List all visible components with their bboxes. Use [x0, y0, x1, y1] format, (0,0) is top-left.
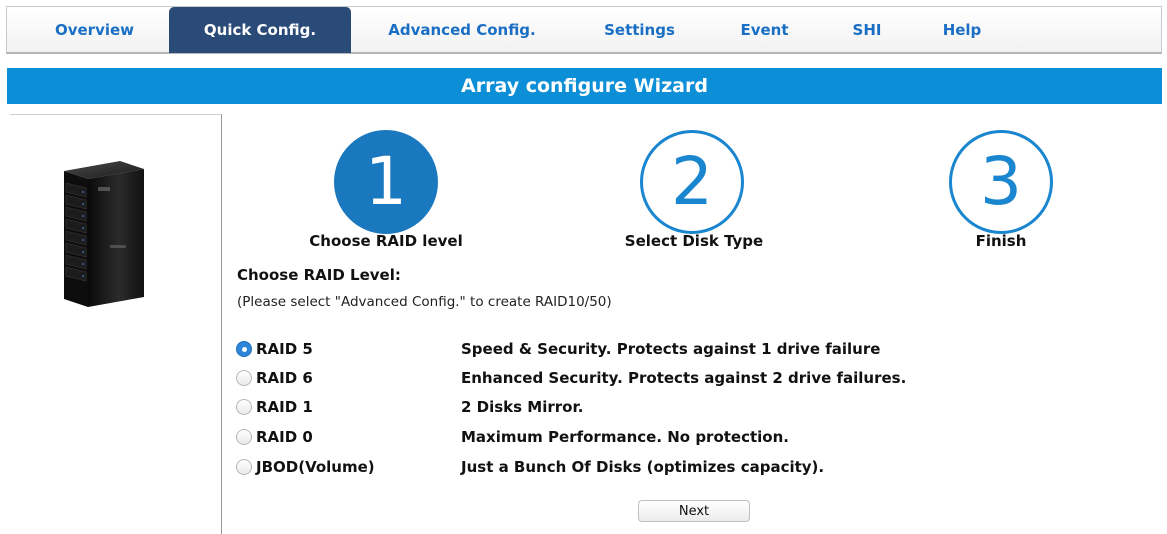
radio-raid1[interactable]: [236, 399, 252, 415]
option-description: 2 Disks Mirror.: [461, 398, 584, 416]
option-name: RAID 1: [256, 398, 313, 416]
wizard-title: Array configure Wizard: [7, 68, 1162, 104]
tab-help[interactable]: Help: [922, 7, 1002, 53]
tab-overview[interactable]: Overview: [17, 7, 172, 53]
step-3-circle: 3: [949, 130, 1053, 234]
raid-option-jbod[interactable]: JBOD(Volume) Just a Bunch Of Disks (opti…: [236, 456, 824, 478]
step-2-number: 2: [671, 143, 713, 220]
tab-quick-config[interactable]: Quick Config.: [169, 7, 351, 53]
radio-raid0[interactable]: [236, 429, 252, 445]
step-2-circle: 2: [640, 130, 744, 234]
tab-event[interactable]: Event: [717, 7, 812, 53]
radio-raid5[interactable]: [236, 341, 252, 357]
tab-advanced-config[interactable]: Advanced Config.: [362, 7, 562, 53]
step-3-label: Finish: [975, 232, 1027, 250]
raid-option-raid6[interactable]: RAID 6 Enhanced Security. Protects again…: [236, 367, 906, 389]
step-2-label: Select Disk Type: [624, 232, 764, 250]
raid-option-raid5[interactable]: RAID 5 Speed & Security. Protects agains…: [236, 338, 880, 360]
raid-option-raid0[interactable]: RAID 0 Maximum Performance. No protectio…: [236, 426, 789, 448]
option-name: RAID 0: [256, 428, 313, 446]
raid-enclosure-image: [64, 161, 144, 307]
option-name: RAID 6: [256, 369, 313, 387]
choose-raid-heading: Choose RAID Level:: [237, 266, 401, 284]
step-1-circle: 1: [334, 130, 438, 234]
option-name: JBOD(Volume): [256, 458, 375, 476]
step-3-number: 3: [980, 143, 1022, 220]
tab-settings[interactable]: Settings: [582, 7, 697, 53]
step-1-number: 1: [365, 143, 407, 220]
radio-raid6[interactable]: [236, 370, 252, 386]
option-name: RAID 5: [256, 340, 313, 358]
top-nav: Overview Quick Config. Advanced Config. …: [6, 6, 1162, 54]
option-description: Speed & Security. Protects against 1 dri…: [461, 340, 881, 358]
radio-jbod[interactable]: [236, 459, 252, 475]
option-description: Enhanced Security. Protects against 2 dr…: [461, 369, 907, 387]
step-1-label: Choose RAID level: [309, 232, 463, 250]
option-description: Just a Bunch Of Disks (optimizes capacit…: [461, 458, 825, 476]
advanced-config-note: (Please select "Advanced Config." to cre…: [237, 294, 612, 310]
option-description: Maximum Performance. No protection.: [461, 428, 789, 446]
next-button[interactable]: Next: [638, 500, 750, 522]
device-panel: [10, 114, 222, 534]
raid-option-raid1[interactable]: RAID 1 2 Disks Mirror.: [236, 396, 583, 418]
tab-shi[interactable]: SHI: [832, 7, 902, 53]
